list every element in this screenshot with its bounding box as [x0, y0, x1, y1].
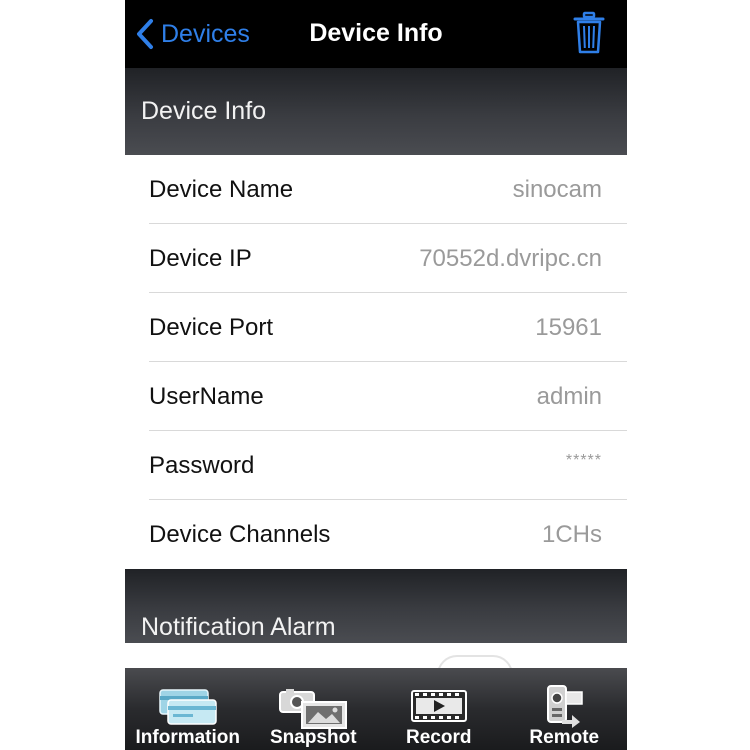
row-label: UserName — [149, 383, 264, 410]
row-label: Password — [149, 452, 255, 479]
row-value: 70552d.dvripc.cn — [419, 245, 602, 272]
row-label: Device Port — [149, 314, 274, 341]
tab-information-label: Information — [135, 727, 241, 748]
device-info-screen: Devices Device Info Device Info Device N… — [125, 0, 627, 750]
tab-snapshot[interactable]: Snapshot — [251, 668, 377, 750]
row-password[interactable]: Password ***** — [125, 431, 627, 500]
row-value: 15961 — [535, 314, 602, 341]
tab-information[interactable]: Information — [125, 668, 251, 750]
device-info-list: Device Name sinocam Device IP 70552d.dvr… — [125, 155, 627, 569]
row-value: sinocam — [512, 176, 602, 203]
tab-remote[interactable]: Remote — [502, 668, 628, 750]
navigation-bar: Devices Device Info — [125, 0, 627, 68]
trash-icon[interactable] — [573, 11, 605, 55]
snapshot-icon — [279, 689, 348, 729]
notification-alarm-row — [125, 643, 627, 695]
row-label: Device Name — [149, 176, 294, 203]
tab-bar: Information Snapshot Record Remote — [125, 668, 627, 750]
record-icon — [410, 690, 467, 722]
tab-record[interactable]: Record — [376, 668, 502, 750]
section-header-notification-alarm: Notification Alarm — [125, 569, 627, 643]
row-value: ***** — [565, 452, 602, 469]
row-label: Device IP — [149, 245, 252, 272]
row-label: Device Channels — [149, 521, 331, 548]
row-device-channels[interactable]: Device Channels 1CHs — [125, 500, 627, 569]
page-title: Device Info — [309, 19, 443, 47]
row-device-port[interactable]: Device Port 15961 — [125, 293, 627, 362]
information-icon — [159, 689, 217, 725]
tab-remote-label: Remote — [529, 727, 600, 748]
row-value: 1CHs — [541, 521, 602, 548]
row-value: admin — [536, 383, 602, 410]
section-header-device-info: Device Info — [125, 68, 627, 155]
row-device-name[interactable]: Device Name sinocam — [125, 155, 627, 224]
tab-snapshot-label: Snapshot — [269, 727, 357, 748]
remote-icon — [547, 685, 583, 728]
row-device-ip[interactable]: Device IP 70552d.dvripc.cn — [125, 224, 627, 293]
tab-record-label: Record — [406, 727, 472, 748]
row-username[interactable]: UserName admin — [125, 362, 627, 431]
